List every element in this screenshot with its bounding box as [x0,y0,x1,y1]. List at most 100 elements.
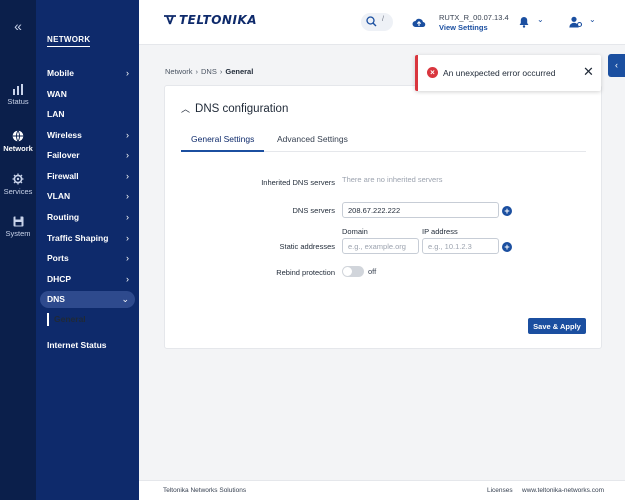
logo-text: TELTONIKA [179,13,258,27]
bell-icon [519,17,529,28]
rail-item-status[interactable]: Status [0,84,36,106]
menu-item-dhcp[interactable]: DHCP › [40,271,135,288]
plus-icon: + [504,206,510,216]
menu-item-label: DHCP [47,274,72,284]
chevron-right-icon: › [126,130,129,140]
menu-item-firewall[interactable]: Firewall › [40,168,135,185]
rail-item-label: System [5,229,31,238]
add-static-address-button[interactable]: + [502,242,512,252]
menu-item-wireless[interactable]: Wireless › [40,127,135,144]
menu-item-label: Wireless [47,130,82,140]
menu-item-label: Traffic Shaping [47,233,109,243]
side-menu: NETWORK Mobile › WAN LAN Wireless › Failov… [36,0,139,500]
toast-message: An unexpected error occurred [443,68,556,78]
menu-item-routing[interactable]: Routing › [40,209,135,226]
dns-server-input[interactable] [342,202,499,218]
chevron-right-icon: › [126,150,129,160]
menu-item-internet-status[interactable]: Internet Status [40,337,135,354]
menu-item-label: WAN [47,89,67,99]
footer-company: Teltonika Networks Solutions [163,487,247,494]
menu-item-wan[interactable]: WAN [40,86,135,103]
domain-input[interactable] [342,238,419,254]
menu-item-traffic-shaping[interactable]: Traffic Shaping › [40,230,135,247]
rebind-protection-label: Rebind protection [276,268,335,277]
top-bar: TELTONIKA / RUTX_R_00.07.13.4 View Setti… [139,0,625,45]
rail-item-system[interactable]: System [0,216,36,238]
menu-item-ports[interactable]: Ports › [40,250,135,267]
tab-bar: General Settings Advanced Settings [181,130,586,152]
rail-item-services[interactable]: Services [0,173,36,196]
static-addresses-label: Static addresses [279,242,335,251]
menu-item-vlan[interactable]: VLAN › [40,188,135,205]
chevron-right-icon: › [195,67,199,76]
chevron-right-icon: › [126,171,129,181]
user-gear-icon [569,16,583,28]
gear-icon [12,173,24,185]
breadcrumb-item[interactable]: DNS [201,67,217,76]
error-toast: × An unexpected error occurred ✕ [415,55,601,91]
menu-item-failover[interactable]: Failover › [40,147,135,164]
ip-address-input[interactable] [422,238,499,254]
dns-servers-label: DNS servers [292,206,335,215]
tab-advanced-settings[interactable]: Advanced Settings [277,134,348,152]
bar-chart-icon [13,84,23,95]
chevron-right-icon: › [126,233,129,243]
floppy-icon [13,216,23,227]
user-menu-button[interactable] [569,15,583,33]
chevron-down-icon[interactable]: ⌄ [537,15,544,24]
menu-item-label: Routing [47,212,80,222]
breadcrumb-current: General [225,67,254,76]
chevron-down-icon[interactable]: ⌄ [589,15,596,24]
menu-item-label: LAN [47,109,65,119]
firmware-version: RUTX_R_00.07.13.4 [439,13,509,22]
menu-item-label: Firewall [47,171,79,181]
globe-icon [12,130,24,142]
close-icon[interactable]: ✕ [583,64,594,80]
domain-column-label: Domain [342,227,368,236]
firmware-upload-button[interactable] [412,15,426,33]
menu-item-label: DNS [47,294,65,304]
chevron-right-icon: › [126,274,129,284]
side-panel-toggle[interactable]: ‹ [608,54,625,77]
teltonika-logo[interactable]: TELTONIKA [163,13,257,27]
menu-item-mobile[interactable]: Mobile › [40,65,135,82]
rail-item-network[interactable]: Network [0,130,36,153]
breadcrumb-item[interactable]: Network [165,67,193,76]
footer: Teltonika Networks Solutions Licenses ww… [139,480,625,500]
notifications-button[interactable] [519,15,529,33]
licenses-link[interactable]: Licenses [487,487,513,494]
chevron-right-icon: › [126,191,129,201]
section-title: DNS configuration [195,103,289,115]
error-icon: × [427,67,438,78]
chevron-up-icon: ︿ [181,104,191,114]
rail-item-label: Network [3,144,33,153]
rebind-protection-toggle[interactable] [342,266,364,277]
search-shortcut: / [382,16,384,23]
chevron-right-icon: › [126,253,129,263]
logo-mark-icon [164,15,176,25]
add-dns-server-button[interactable]: + [502,206,512,216]
dns-configuration-card: ︿ DNS configuration General Settings Adva… [164,85,602,349]
chevron-right-icon: › [126,212,129,222]
menu-item-lan[interactable]: LAN [40,106,135,123]
inherited-dns-label: Inherited DNS servers [261,178,335,187]
menu-title: NETWORK [47,35,91,47]
menu-item-label: Ports [47,253,69,263]
chevron-right-icon: › [126,68,129,78]
menu-item-label: Internet Status [47,340,107,350]
website-link[interactable]: www.teltonika-networks.com [522,487,604,494]
chevron-left-icon: ‹ [615,60,618,70]
submenu-item-general[interactable]: General [47,313,86,326]
search-button[interactable]: / [361,13,393,31]
collapse-menu-button[interactable]: « [0,18,36,34]
breadcrumb: Network › DNS › General [165,67,253,76]
menu-item-label: Mobile [47,68,74,78]
tab-general-settings[interactable]: General Settings [181,134,265,152]
search-icon [366,16,377,27]
save-apply-button[interactable]: Save & Apply [528,318,586,334]
rail-item-label: Services [3,187,33,196]
view-settings-link[interactable]: View Settings [439,23,509,33]
menu-item-label: VLAN [47,191,71,201]
menu-item-dns[interactable]: DNS ⌄ [40,291,135,308]
section-toggle[interactable]: ︿ DNS configuration [181,102,288,115]
